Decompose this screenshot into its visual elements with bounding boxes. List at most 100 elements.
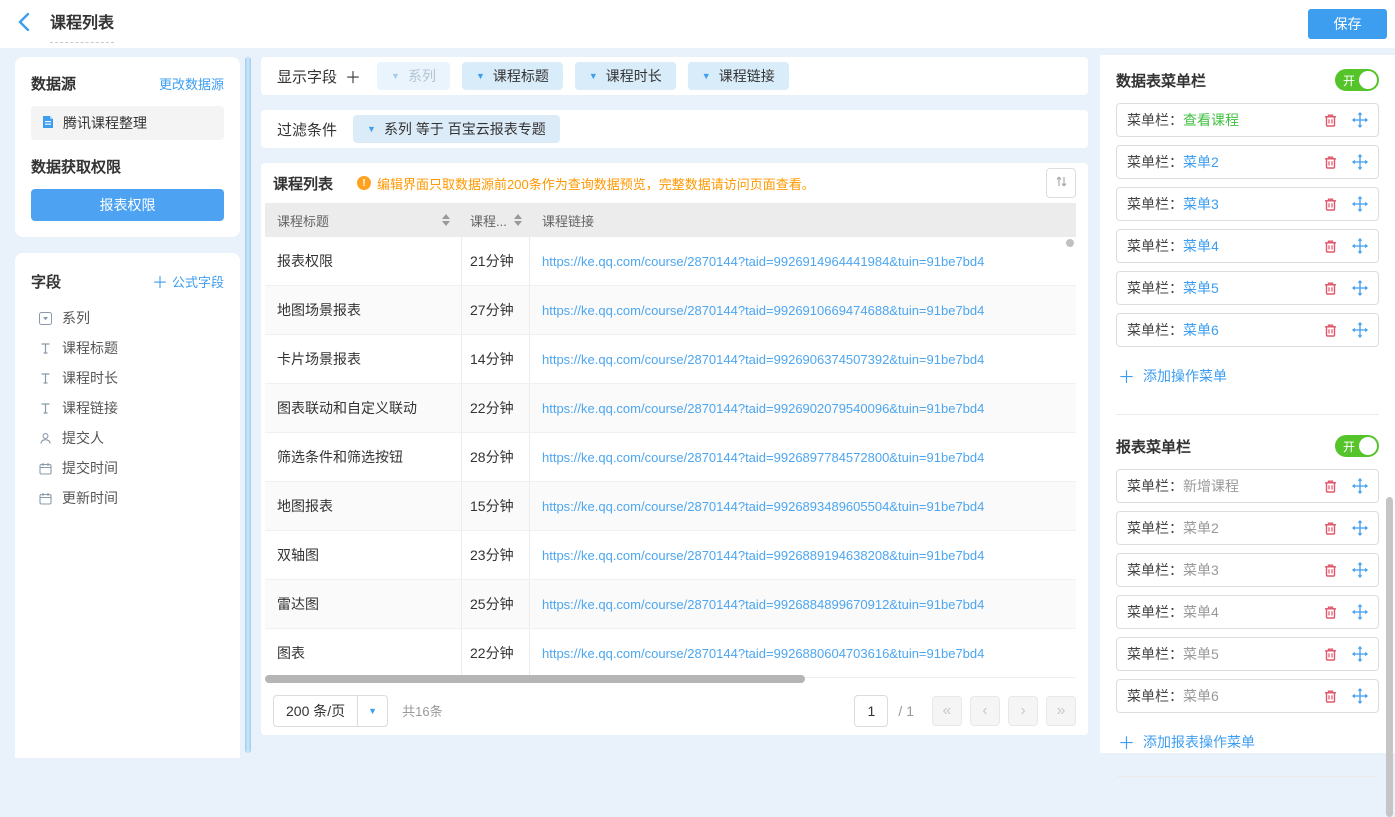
move-icon[interactable] — [1352, 520, 1368, 536]
course-link[interactable]: https://ke.qq.com/course/2870144?taid=99… — [542, 352, 984, 367]
menu-item[interactable]: 菜单栏：菜单5 — [1116, 271, 1379, 305]
course-link[interactable]: https://ke.qq.com/course/2870144?taid=99… — [542, 401, 984, 416]
section-divider — [1116, 776, 1379, 777]
trash-icon[interactable] — [1323, 521, 1338, 536]
add-action-menu-label: 添加操作菜单 — [1143, 366, 1227, 386]
column-header[interactable]: 课程链接 — [530, 203, 1076, 237]
trash-icon[interactable] — [1323, 281, 1338, 296]
move-icon[interactable] — [1352, 688, 1368, 704]
change-datasource-link[interactable]: 更改数据源 — [159, 74, 224, 93]
table-row: 雷达图25分钟https://ke.qq.com/course/2870144?… — [265, 580, 1076, 629]
course-link-cell: https://ke.qq.com/course/2870144?taid=99… — [530, 384, 1076, 432]
plus-icon: ＋ — [1118, 363, 1135, 388]
menu-item[interactable]: 菜单栏：查看课程 — [1116, 103, 1379, 137]
page-size-select[interactable]: 200 条/页 ▼ — [273, 695, 388, 727]
data-table-menu-toggle[interactable]: 开 — [1335, 69, 1379, 91]
menu-item[interactable]: 菜单栏：菜单6 — [1116, 679, 1379, 713]
field-tag[interactable]: ▼课程链接 — [688, 62, 789, 90]
datasource-item[interactable]: 腾讯课程整理 — [31, 106, 224, 140]
trash-icon[interactable] — [1323, 479, 1338, 494]
page-input[interactable]: 1 — [854, 695, 888, 727]
trash-icon[interactable] — [1323, 563, 1338, 578]
field-tag[interactable]: ▼课程标题 — [462, 62, 563, 90]
section-heading: 报表菜单栏 — [1116, 436, 1191, 457]
menu-item-name: 菜单2 — [1183, 518, 1219, 538]
move-icon[interactable] — [1352, 280, 1368, 296]
move-icon[interactable] — [1352, 646, 1368, 662]
move-icon[interactable] — [1352, 604, 1368, 620]
trash-icon[interactable] — [1323, 113, 1338, 128]
course-link[interactable]: https://ke.qq.com/course/2870144?taid=99… — [542, 548, 984, 563]
trash-icon[interactable] — [1323, 647, 1338, 662]
field-item[interactable]: 课程时长 — [31, 363, 224, 393]
menu-item[interactable]: 菜单栏：菜单4 — [1116, 595, 1379, 629]
right-panel-scrollbar[interactable] — [1386, 497, 1393, 817]
move-icon[interactable] — [1352, 322, 1368, 338]
move-icon[interactable] — [1352, 478, 1368, 494]
move-icon[interactable] — [1352, 154, 1368, 170]
prev-page-button[interactable]: ‹ — [970, 696, 1000, 726]
trash-icon[interactable] — [1323, 155, 1338, 170]
field-tag[interactable]: ▼课程时长 — [575, 62, 676, 90]
menu-item[interactable]: 菜单栏：菜单3 — [1116, 553, 1379, 587]
add-report-action-menu-link[interactable]: ＋ 添加报表操作菜单 — [1118, 729, 1255, 754]
trash-icon[interactable] — [1323, 605, 1338, 620]
add-action-menu-link[interactable]: ＋ 添加操作菜单 — [1118, 363, 1227, 388]
course-link[interactable]: https://ke.qq.com/course/2870144?taid=99… — [542, 597, 984, 612]
course-link[interactable]: https://ke.qq.com/course/2870144?taid=99… — [542, 450, 984, 465]
caret-down-icon: ▼ — [589, 71, 598, 81]
course-duration-cell: 22分钟 — [462, 629, 530, 677]
menu-item[interactable]: 菜单栏：菜单4 — [1116, 229, 1379, 263]
first-page-button[interactable]: « — [932, 696, 962, 726]
move-icon[interactable] — [1352, 112, 1368, 128]
left-panel-scrollbar[interactable] — [245, 57, 251, 753]
field-label: 更新时间 — [62, 488, 118, 508]
course-link[interactable]: https://ke.qq.com/course/2870144?taid=99… — [542, 303, 984, 318]
move-icon[interactable] — [1352, 196, 1368, 212]
trash-icon[interactable] — [1323, 239, 1338, 254]
sort-toggle-button[interactable] — [1046, 168, 1076, 198]
field-item[interactable]: 课程标题 — [31, 333, 224, 363]
table-vertical-scrollbar[interactable] — [1066, 239, 1074, 247]
column-header[interactable]: 课程... — [462, 203, 530, 237]
next-page-button[interactable]: › — [1008, 696, 1038, 726]
column-header[interactable]: 课程标题 — [265, 203, 462, 237]
add-display-field-icon[interactable]: ＋ — [345, 64, 361, 88]
trash-icon[interactable] — [1323, 197, 1338, 212]
report-permission-button[interactable]: 报表权限 — [31, 189, 224, 221]
filter-label: 过滤条件 — [277, 119, 337, 140]
menu-item-prefix: 菜单栏： — [1127, 110, 1183, 130]
course-duration-cell: 28分钟 — [462, 433, 530, 481]
field-item[interactable]: 更新时间 — [31, 483, 224, 513]
report-menu-toggle[interactable]: 开 — [1335, 435, 1379, 457]
trash-icon[interactable] — [1323, 323, 1338, 338]
tag-label: 系列 等于 百宝云报表专题 — [384, 119, 546, 139]
move-icon[interactable] — [1352, 562, 1368, 578]
table-horizontal-scrollbar[interactable] — [265, 675, 805, 683]
plus-icon: ＋ — [1118, 729, 1135, 754]
field-tag[interactable]: ▼系列 等于 百宝云报表专题 — [353, 115, 560, 143]
course-link[interactable]: https://ke.qq.com/course/2870144?taid=99… — [542, 646, 984, 661]
menu-item[interactable]: 菜单栏：菜单5 — [1116, 637, 1379, 671]
menu-item[interactable]: 菜单栏：菜单2 — [1116, 511, 1379, 545]
back-button[interactable] — [18, 13, 30, 36]
field-item[interactable]: 提交人 — [31, 423, 224, 453]
move-icon[interactable] — [1352, 238, 1368, 254]
menu-item[interactable]: 菜单栏：新增课程 — [1116, 469, 1379, 503]
menu-item[interactable]: 菜单栏：菜单2 — [1116, 145, 1379, 179]
menu-item[interactable]: 菜单栏：菜单3 — [1116, 187, 1379, 221]
trash-icon[interactable] — [1323, 689, 1338, 704]
course-link[interactable]: https://ke.qq.com/course/2870144?taid=99… — [542, 499, 984, 514]
add-formula-field-link[interactable]: ＋ 公式字段 — [152, 269, 224, 293]
field-item[interactable]: 系列 — [31, 303, 224, 333]
save-button[interactable]: 保存 — [1308, 9, 1387, 39]
course-list-card: 课程列表 ! 编辑界面只取数据源前200条作为查询数据预览，完整数据请访问页面查… — [261, 163, 1088, 735]
field-item[interactable]: 课程链接 — [31, 393, 224, 423]
menu-item[interactable]: 菜单栏：菜单6 — [1116, 313, 1379, 347]
last-page-button[interactable]: » — [1046, 696, 1076, 726]
field-item[interactable]: 提交时间 — [31, 453, 224, 483]
table-body: 报表权限21分钟https://ke.qq.com/course/2870144… — [265, 237, 1076, 678]
field-tag[interactable]: ▼系列 — [377, 62, 450, 90]
course-link[interactable]: https://ke.qq.com/course/2870144?taid=99… — [542, 254, 984, 269]
left-panel: 数据源 更改数据源 腾讯课程整理 数据获取权限 报表权限 字段 ＋ 公式字段 系… — [15, 57, 240, 758]
